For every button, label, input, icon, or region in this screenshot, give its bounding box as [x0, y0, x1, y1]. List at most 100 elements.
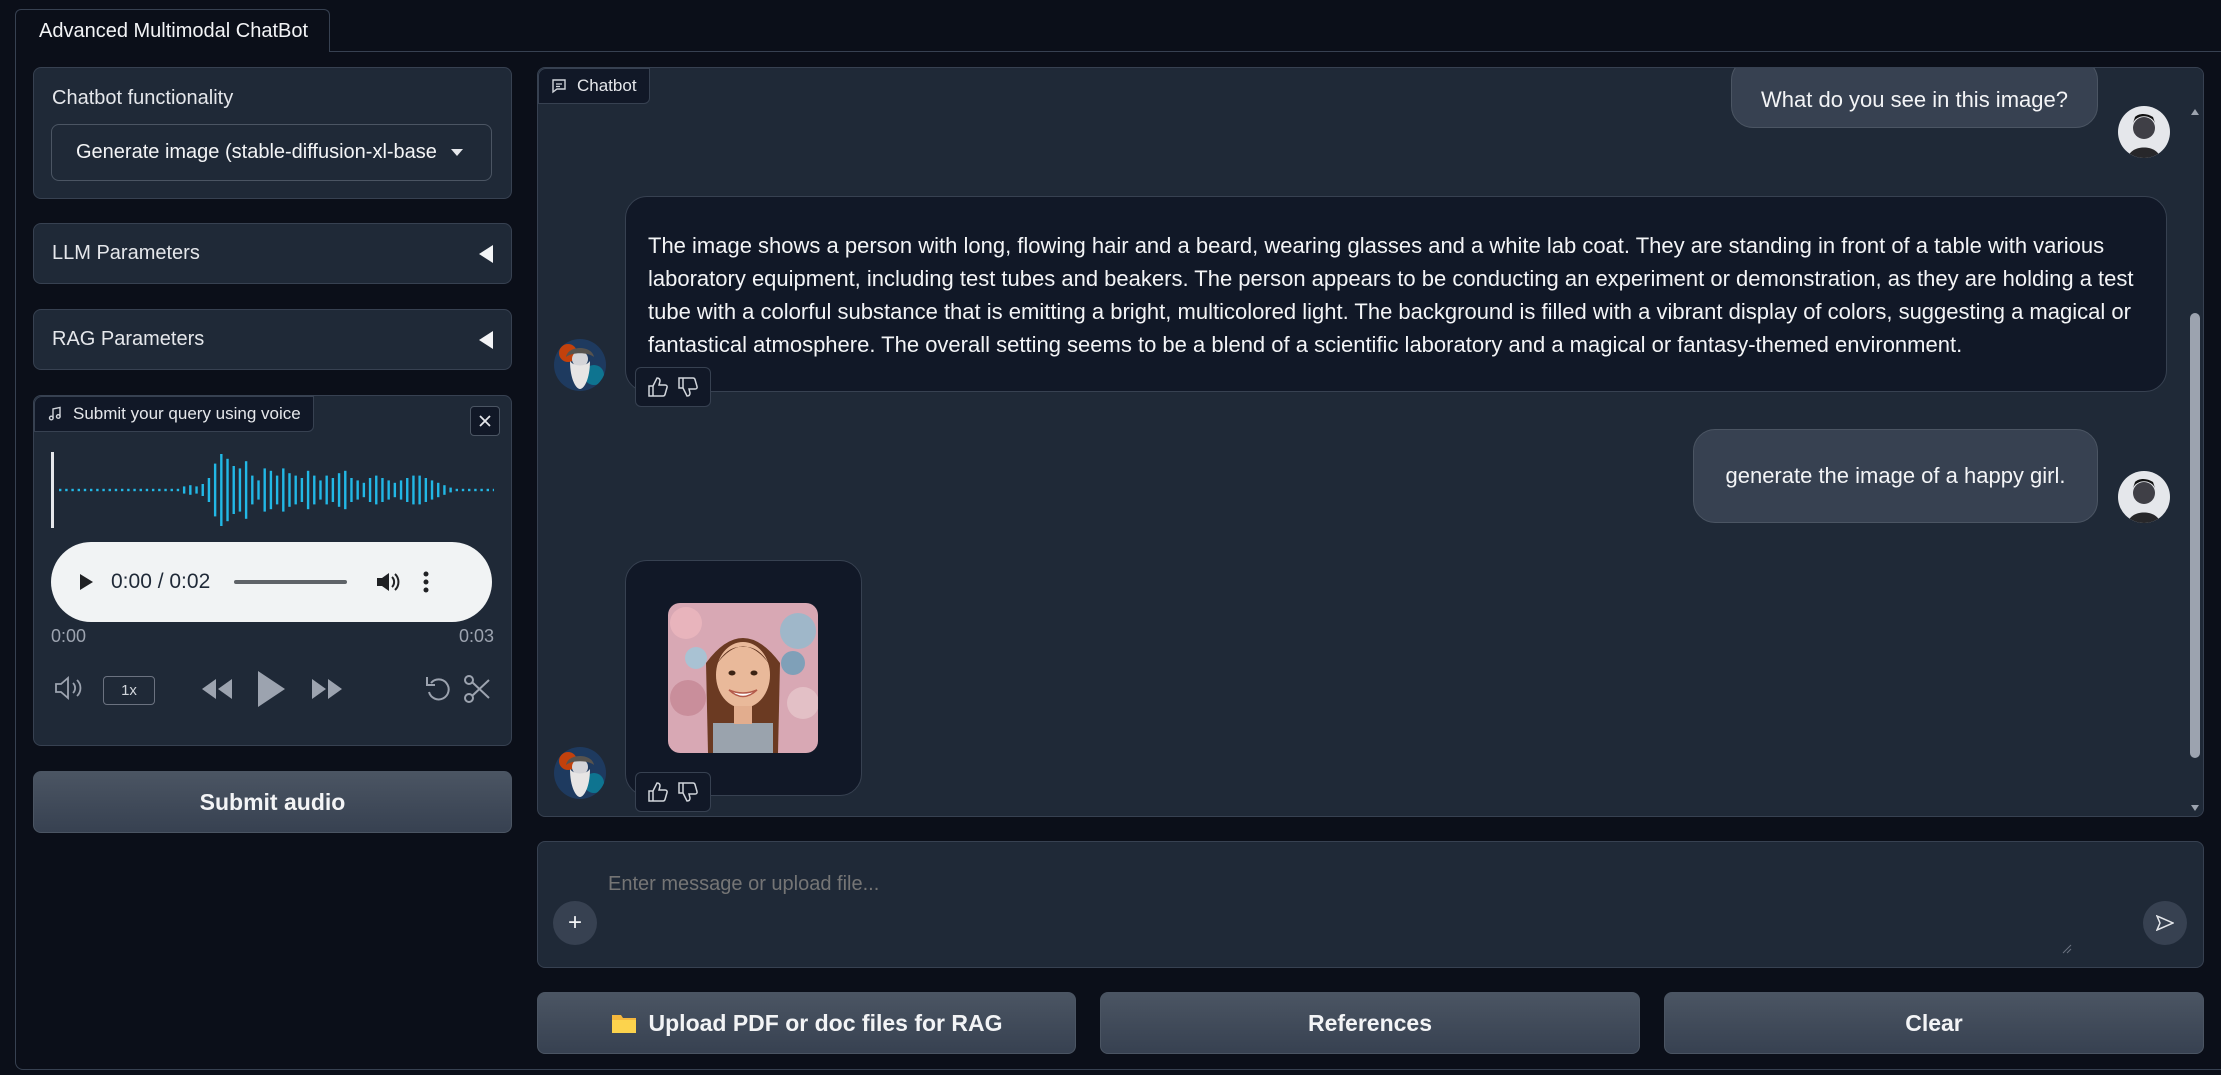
waveform-bar: [337, 473, 341, 507]
waveform-bar: [387, 480, 390, 500]
volume-icon[interactable]: [375, 570, 401, 594]
chat-scrollbar[interactable]: [2187, 68, 2203, 816]
folder-icon: [611, 1015, 636, 1033]
rag-parameters-accordion[interactable]: RAG Parameters: [33, 309, 512, 370]
waveform-bar: [207, 478, 211, 502]
waveform-bar: [313, 475, 316, 505]
waveform-bar: [418, 475, 421, 505]
waveform-bar: [480, 488, 483, 492]
waveform-bar: [151, 488, 155, 492]
waveform-bar: [443, 485, 446, 495]
plus-icon: +: [567, 909, 582, 936]
waveform-controls: 1x: [51, 664, 492, 714]
playhead-cursor[interactable]: [51, 452, 54, 528]
waveform-bar: [492, 488, 494, 492]
audio-player[interactable]: 0:00 / 0:02: [51, 542, 492, 622]
waveform-bar: [468, 488, 471, 492]
waveform-bar: [158, 488, 161, 492]
feedback-buttons: [635, 772, 711, 812]
waveform-bar: [257, 480, 260, 500]
tab-advanced-multimodal-chatbot[interactable]: Advanced Multimodal ChatBot: [15, 9, 330, 52]
waveform-bar: [368, 478, 372, 502]
waveform-bar: [170, 488, 173, 492]
waveform-bar: [195, 486, 198, 494]
waveform-bar: [89, 488, 93, 492]
play-icon[interactable]: [255, 669, 287, 709]
scroll-down-icon[interactable]: [2190, 804, 2200, 812]
dropdown-value: Generate image (stable-diffusion-xl-base: [76, 141, 437, 163]
waveform-bar: [455, 488, 459, 492]
waveform-bar: [399, 480, 403, 500]
bot-avatar: [554, 339, 606, 391]
add-file-button[interactable]: +: [553, 901, 597, 945]
waveform-bar: [294, 475, 297, 505]
waveform-bar: [474, 488, 477, 492]
waveform-bar: [300, 478, 304, 502]
send-button[interactable]: [2143, 901, 2187, 945]
scroll-up-icon[interactable]: [2190, 108, 2200, 116]
waveform-start-time: 0:00: [51, 626, 87, 646]
waveform-bar: [288, 473, 291, 507]
waveform-bar: [139, 488, 142, 492]
thumbs-down-icon[interactable]: [677, 781, 699, 803]
waveform-bar: [213, 463, 217, 517]
waveform-bar: [325, 475, 328, 505]
waveform-bar: [201, 484, 204, 496]
functionality-dropdown[interactable]: Generate image (stable-diffusion-xl-base: [51, 124, 492, 181]
references-button[interactable]: References: [1100, 992, 1640, 1054]
more-options-icon[interactable]: [423, 571, 429, 593]
scrollbar-thumb[interactable]: [2190, 313, 2200, 758]
waveform-bar: [461, 488, 465, 492]
chat-bubble-icon: [552, 79, 566, 94]
thumbs-down-icon[interactable]: [677, 376, 699, 398]
player-progress-track[interactable]: [234, 580, 348, 584]
audio-waveform[interactable]: [51, 450, 494, 530]
waveform-bar: [220, 454, 223, 526]
thumbs-up-icon[interactable]: [647, 781, 669, 803]
clear-button[interactable]: Clear: [1664, 992, 2204, 1054]
scissors-icon[interactable]: [463, 674, 491, 704]
waveform-bar: [133, 488, 136, 492]
waveform-bar: [127, 488, 130, 492]
waveform-bar: [282, 468, 285, 512]
resize-handle-icon[interactable]: [2062, 944, 2072, 954]
waveform-bar: [406, 478, 409, 502]
waveform-bar: [381, 478, 384, 502]
waveform-bar: [344, 470, 347, 510]
waveform-bar: [319, 480, 322, 500]
generated-portrait-image[interactable]: [668, 603, 818, 753]
playback-speed-button[interactable]: 1x: [103, 676, 155, 705]
fast-forward-icon[interactable]: [309, 676, 345, 702]
waveform-bar: [77, 488, 80, 492]
close-icon[interactable]: [470, 406, 500, 436]
rewind-icon[interactable]: [199, 676, 235, 702]
undo-icon[interactable]: [424, 674, 454, 704]
waveform-bar: [375, 475, 378, 505]
collapse-arrow-icon: [479, 244, 493, 263]
submit-audio-button[interactable]: Submit audio: [33, 771, 512, 833]
thumbs-up-icon[interactable]: [647, 376, 669, 398]
play-icon[interactable]: [77, 572, 95, 592]
voice-input-panel: Submit your query using voice 0:00 / 0:0…: [33, 395, 512, 746]
waveform-bar: [269, 470, 273, 510]
user-message: What do you see in this image?: [1731, 68, 2098, 128]
waveform-bar: [145, 488, 149, 492]
waveform-bar: [449, 487, 452, 493]
bot-avatar: [554, 747, 606, 799]
waveform-bar: [437, 482, 440, 498]
functionality-label: Chatbot functionality: [52, 87, 234, 109]
message-input[interactable]: [608, 864, 2108, 904]
waveform-bar: [430, 480, 434, 500]
volume-icon[interactable]: [53, 674, 85, 702]
voice-panel-label: Submit your query using voice: [34, 396, 314, 432]
waveform-bar: [114, 488, 118, 492]
waveform-bar: [331, 478, 335, 502]
upload-documents-button[interactable]: Upload PDF or doc files for RAG: [537, 992, 1076, 1054]
waveform-bar: [263, 468, 266, 512]
message-input-box: +: [537, 841, 2204, 968]
llm-parameters-accordion[interactable]: LLM Parameters: [33, 223, 512, 284]
waveform-bar: [275, 475, 279, 505]
chatbot-label: Chatbot: [538, 68, 650, 104]
waveform-bar: [65, 488, 68, 492]
bot-message: The image shows a person with long, flow…: [625, 196, 2167, 392]
